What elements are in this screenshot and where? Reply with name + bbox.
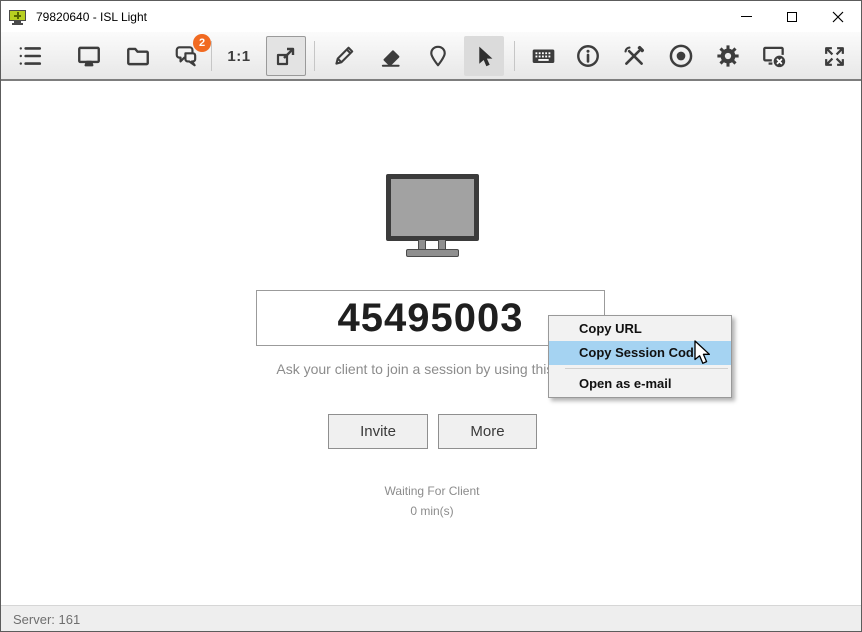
window-controls [723, 1, 861, 32]
pointer-pin-button[interactable] [418, 36, 458, 76]
more-button[interactable]: More [438, 414, 537, 449]
chat-unread-badge: 2 [193, 34, 211, 52]
keyboard-button[interactable] [523, 36, 563, 76]
maximize-button[interactable] [769, 1, 815, 32]
fullscreen-expand-icon [824, 46, 844, 66]
tools-icon [624, 46, 644, 65]
fit-screen-button[interactable] [266, 36, 306, 76]
info-button[interactable] [568, 36, 608, 76]
waiting-monitor-icon [386, 174, 479, 259]
file-transfer-button[interactable] [118, 36, 158, 76]
end-session-button[interactable] [754, 36, 794, 76]
folder-icon [127, 47, 149, 66]
settings-button[interactable] [708, 36, 748, 76]
toolbar-separator [314, 41, 315, 71]
invite-button[interactable]: Invite [328, 414, 428, 449]
main-content: 45495003 Ask your client to join a sessi… [1, 81, 861, 605]
minimize-icon [740, 16, 752, 17]
draw-pencil-button[interactable] [324, 36, 364, 76]
waiting-text: Waiting For Client [384, 484, 480, 498]
eraser-button[interactable] [371, 36, 411, 76]
session-code: 45495003 [337, 295, 524, 340]
menu-separator [565, 368, 728, 369]
toolbar-separator [211, 41, 212, 71]
toolbar: 2 1:1 [1, 32, 861, 81]
pencil-icon [335, 46, 354, 65]
waiting-status: Waiting For Client 0 min(s) [1, 481, 861, 521]
close-icon [832, 11, 844, 22]
record-icon [669, 44, 693, 68]
fit-screen-icon [276, 47, 295, 66]
monitor-icon [78, 46, 100, 67]
chat-button[interactable]: 2 [166, 34, 211, 76]
window-title: 79820640 - ISL Light [36, 9, 147, 24]
info-icon [577, 45, 599, 67]
app-window: 79820640 - ISL Light 2 1:1 45495003 Ask … [0, 0, 862, 632]
server-status-text: Server: 161 [13, 612, 81, 627]
titlebar[interactable]: 79820640 - ISL Light [1, 1, 861, 32]
menu-list-icon [19, 47, 42, 65]
desktop-view-button[interactable] [69, 36, 109, 76]
maximize-icon [787, 11, 797, 22]
minimize-button[interactable] [723, 1, 769, 32]
statusbar: Server: 161 [1, 605, 861, 631]
elapsed-time: 0 min(s) [410, 504, 454, 518]
fullscreen-button[interactable] [814, 36, 854, 76]
cursor-arrow-icon [478, 46, 492, 66]
zoom-1-1-icon: 1:1 [227, 47, 251, 65]
keyboard-icon [532, 49, 554, 64]
cursor-tool-button[interactable] [464, 36, 504, 76]
tools-button[interactable] [614, 36, 654, 76]
close-button[interactable] [815, 1, 861, 32]
pointer-pin-icon [430, 45, 446, 67]
instruction-text: Ask your client to join a session by usi… [276, 361, 588, 377]
menu-item-copy-url[interactable]: Copy URL [549, 317, 731, 341]
disconnect-monitor-icon [763, 46, 786, 68]
session-menu-button[interactable] [10, 36, 50, 76]
settings-gear-icon [717, 45, 739, 67]
eraser-icon [381, 50, 400, 67]
record-button[interactable] [661, 36, 701, 76]
menu-item-open-as-email[interactable]: Open as e-mail [549, 372, 731, 396]
app-logo-icon [9, 9, 27, 25]
mouse-cursor-icon [694, 340, 711, 364]
zoom-1-1-button[interactable]: 1:1 [219, 36, 259, 76]
toolbar-separator [514, 41, 515, 71]
